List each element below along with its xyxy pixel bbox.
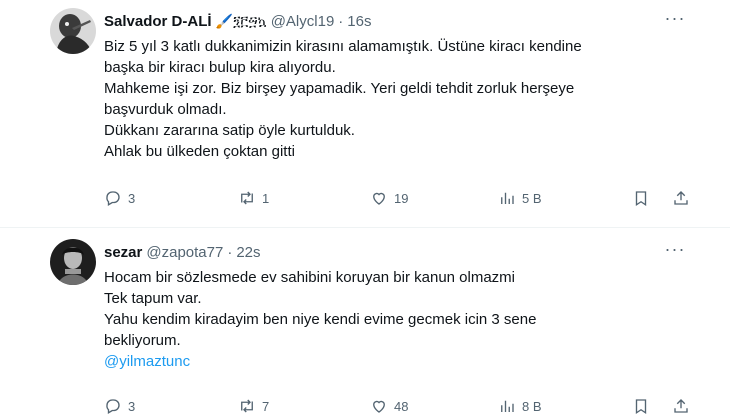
action-bar: 3 1 19 5 B <box>104 188 690 208</box>
name-emoji: 🖌️፺፫፵ኳ <box>215 12 267 29</box>
tweet-text: Biz 5 yıl 3 katlı dukkanimizin kirasını … <box>104 36 690 162</box>
views-button[interactable]: 8 B <box>498 397 542 415</box>
repost-button[interactable]: 1 <box>238 189 269 207</box>
separator-dot: · <box>227 243 233 261</box>
views-button[interactable]: 5 B <box>498 189 542 207</box>
tweet-line: Yahu kendim kiradayim ben niye kendi evi… <box>104 311 537 328</box>
tweet-line: Hocam bir sözlesmede ev sahibini koruyan… <box>104 269 516 286</box>
reply-button[interactable]: 3 <box>104 397 135 415</box>
share-button[interactable] <box>672 397 690 415</box>
more-icon[interactable]: ··· <box>660 9 690 32</box>
tweet-line: Dükkanı zararına satip öyle kurtulduk. <box>104 122 355 139</box>
avatar-image <box>50 239 96 285</box>
views-count: 5 B <box>522 190 542 206</box>
repost-icon <box>241 191 253 205</box>
like-count: 48 <box>394 398 409 414</box>
display-name[interactable]: Salvador D-ALİ <box>104 13 212 30</box>
more-icon[interactable]: ··· <box>660 240 690 263</box>
tweet-line: Biz 5 yıl 3 katlı dukkanimizin kirasını … <box>104 38 582 55</box>
tweet-line: bekliyorum. <box>104 332 181 349</box>
share-icon <box>674 191 688 205</box>
tweet[interactable]: sezar @zapota77 · 22s ··· Hocam bir sözl… <box>0 228 730 420</box>
avatar[interactable] <box>50 239 96 285</box>
views-icon <box>501 192 514 204</box>
tweet-line: başka bir kiracı bulup kira alıyordu. <box>104 59 336 76</box>
reply-icon <box>106 191 120 206</box>
timestamp[interactable]: 22s <box>236 244 260 261</box>
like-button[interactable]: 19 <box>370 189 408 207</box>
handle[interactable]: @zapota77 <box>146 244 223 261</box>
bookmark-button[interactable] <box>632 397 650 415</box>
repost-count: 7 <box>262 398 270 414</box>
tweet-line: Tek tapum var. <box>104 290 202 307</box>
reply-button[interactable]: 3 <box>104 189 135 207</box>
tweet-text: Hocam bir sözlesmede ev sahibini koruyan… <box>104 267 690 372</box>
avatar-image <box>50 8 96 54</box>
action-bar: 3 7 48 8 B <box>104 396 690 416</box>
tweet[interactable]: Salvador D-ALİ 🖌️፺፫፵ኳ @Alycl19 · 16s ···… <box>0 0 730 228</box>
separator-dot: · <box>338 12 344 30</box>
reply-count: 3 <box>128 190 136 206</box>
bookmark-icon <box>635 191 647 207</box>
display-name[interactable]: sezar <box>104 244 142 261</box>
repost-count: 1 <box>262 190 270 206</box>
repost-icon <box>241 399 253 413</box>
repost-button[interactable]: 7 <box>238 397 269 415</box>
views-icon <box>501 400 514 412</box>
handle[interactable]: @Alycl19 <box>271 13 335 30</box>
mention-link[interactable]: @yilmaztunc <box>104 351 690 372</box>
tweet-line: Ahlak bu ülkeden çoktan gitti <box>104 143 295 160</box>
like-count: 19 <box>394 190 409 206</box>
share-button[interactable] <box>672 189 690 207</box>
like-button[interactable]: 48 <box>370 397 408 415</box>
like-icon <box>373 192 385 205</box>
bookmark-button[interactable] <box>632 189 650 207</box>
tweet-line: Mahkeme işi zor. Biz birşey yapamadik. Y… <box>104 80 575 97</box>
timestamp[interactable]: 16s <box>347 13 371 30</box>
avatar[interactable] <box>50 8 96 54</box>
like-icon <box>373 400 385 413</box>
reply-count: 3 <box>128 398 136 414</box>
tweet-line: başvurduk olmadı. <box>104 101 227 118</box>
views-count: 8 B <box>522 398 542 414</box>
share-icon <box>674 399 688 413</box>
bookmark-icon <box>635 399 647 415</box>
reply-icon <box>106 399 120 414</box>
